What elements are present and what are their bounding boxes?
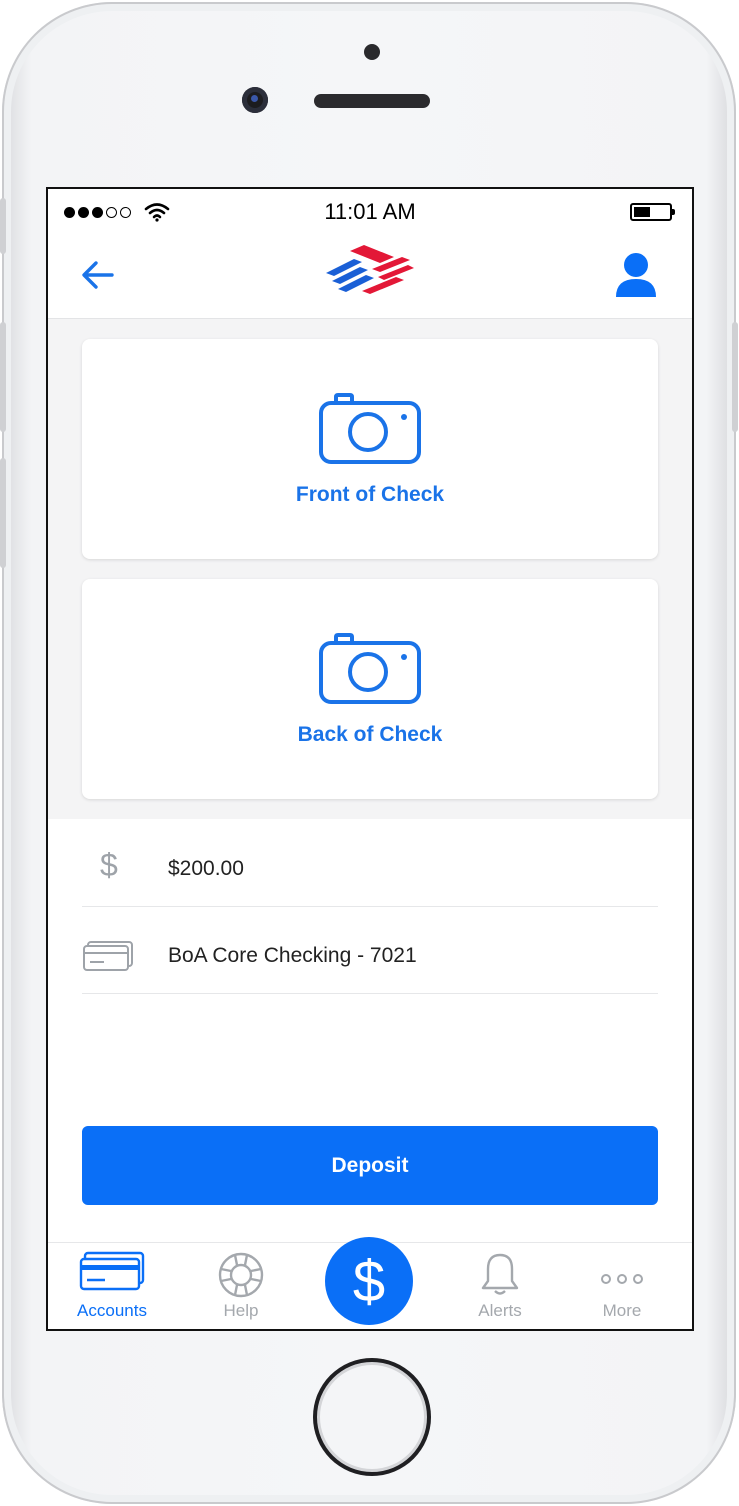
status-bar: 11:01 AM [48,189,692,233]
volume-down-button [0,458,6,568]
amount-field[interactable]: $ $200.00 [82,821,658,907]
back-of-check-card[interactable]: Back of Check [82,579,658,799]
amount-value: $200.00 [168,857,244,880]
bank-flag-logo [326,245,414,294]
check-capture-area: Front of Check Back of Check [48,319,692,819]
nav-bar [48,233,692,319]
tab-help[interactable]: Help [181,1243,301,1329]
bell-icon [481,1253,519,1295]
front-of-check-label: Front of Check [295,483,445,506]
card-icon [83,941,133,971]
camera-icon [319,393,421,464]
power-button [732,322,738,432]
arrow-left-icon[interactable] [78,255,118,295]
account-value: BoA Core Checking - 7021 [168,944,417,967]
tab-bar: Accounts Help $ Alerts More [48,1237,692,1329]
app-screen: 11:01 AM Front of Check Back of Check $ … [46,187,694,1331]
tab-more-label: More [602,1301,642,1320]
dollar-icon: $ [100,847,118,883]
front-camera [242,87,268,113]
camera-icon [319,633,421,704]
tab-accounts[interactable]: Accounts [52,1243,172,1329]
volume-up-button [0,322,6,432]
deposit-button[interactable]: Deposit [82,1126,658,1205]
back-of-check-label: Back of Check [297,723,443,746]
tab-help-label: Help [223,1301,259,1320]
tab-alerts[interactable]: Alerts [440,1243,560,1329]
account-field[interactable]: BoA Core Checking - 7021 [82,908,658,994]
credit-cards-icon [79,1251,145,1291]
deposit-tab-button[interactable]: $ [325,1237,413,1325]
more-dots-icon [601,1274,643,1284]
status-time: 11:01 AM [324,199,416,224]
battery-icon [630,203,675,221]
earpiece-speaker [314,94,430,108]
front-of-check-card[interactable]: Front of Check [82,339,658,559]
proximity-sensor [364,44,380,60]
user-icon[interactable] [614,251,658,299]
tab-alerts-label: Alerts [478,1301,522,1320]
lifebuoy-icon [218,1252,264,1298]
tab-more[interactable]: More [562,1243,682,1329]
mute-switch [0,198,6,254]
tab-accounts-label: Accounts [77,1301,147,1320]
home-button[interactable] [313,1358,431,1476]
